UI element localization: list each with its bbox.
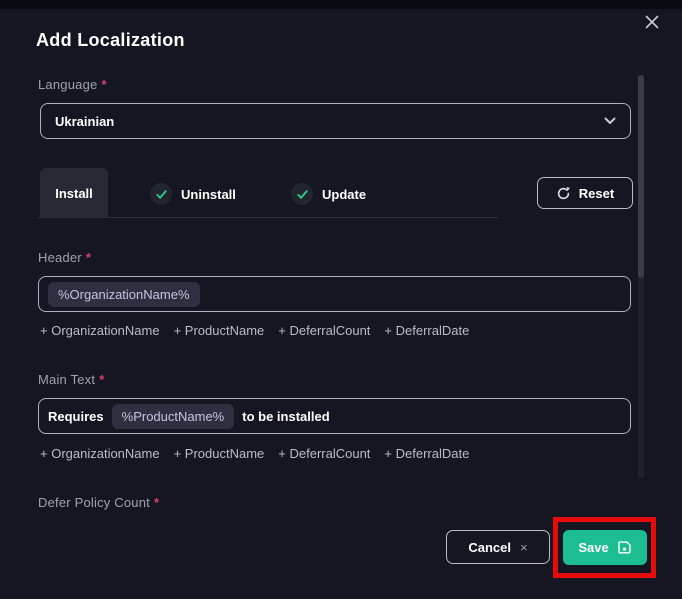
modal-title: Add Localization (36, 30, 185, 51)
save-button[interactable]: Save (563, 530, 647, 565)
main-text-input[interactable]: Requires %ProductName% to be installed (38, 398, 631, 434)
variable-chip: %OrganizationName% (48, 282, 200, 307)
main-text-after: to be installed (242, 409, 329, 424)
save-floppy-icon (617, 540, 632, 555)
scrollbar-thumb[interactable] (638, 75, 644, 278)
add-deferralcount-link[interactable]: + DeferralCount (278, 323, 370, 338)
add-organizationname-link[interactable]: + OrganizationName (40, 323, 160, 338)
cancel-button-label: Cancel (468, 540, 511, 555)
required-mark: * (99, 372, 104, 387)
header-label: Header* (38, 250, 91, 265)
language-label: Language* (38, 77, 107, 92)
defer-policy-count-label: Defer Policy Count* (38, 495, 159, 510)
required-mark: * (86, 250, 91, 265)
tab-update[interactable]: Update (291, 182, 366, 206)
check-circle-icon (291, 183, 313, 205)
add-productname-link[interactable]: + ProductName (174, 323, 265, 338)
reset-button-label: Reset (579, 186, 614, 201)
tab-update-label: Update (322, 187, 366, 202)
add-deferraldate-link[interactable]: + DeferralDate (384, 323, 469, 338)
language-select[interactable]: Ukrainian (40, 103, 631, 139)
cancel-x-icon: × (520, 540, 528, 555)
add-organizationname-link[interactable]: + OrganizationName (40, 446, 160, 461)
header-input[interactable]: %OrganizationName% (38, 276, 631, 312)
close-icon (643, 13, 661, 36)
required-mark: * (101, 77, 106, 92)
main-text-before: Requires (48, 409, 104, 424)
close-button[interactable] (641, 13, 663, 35)
modal-scrollbar[interactable] (638, 75, 644, 478)
reset-button[interactable]: Reset (537, 177, 633, 209)
language-select-value: Ukrainian (55, 114, 114, 129)
tab-install-label: Install (55, 186, 93, 201)
page-edge-strip (0, 0, 682, 9)
tab-uninstall[interactable]: Uninstall (150, 182, 236, 206)
header-variable-links: + OrganizationName + ProductName + Defer… (40, 323, 469, 338)
main-text-variable-links: + OrganizationName + ProductName + Defer… (40, 446, 469, 461)
tabs-divider (38, 217, 498, 218)
save-button-label: Save (578, 540, 608, 555)
chevron-down-icon (604, 117, 616, 125)
tab-install[interactable]: Install (40, 168, 108, 218)
add-deferralcount-link[interactable]: + DeferralCount (278, 446, 370, 461)
variable-chip: %ProductName% (112, 404, 235, 429)
add-productname-link[interactable]: + ProductName (174, 446, 265, 461)
cancel-button[interactable]: Cancel × (446, 530, 550, 564)
add-localization-modal: Add Localization Language* Ukrainian Ins… (0, 0, 682, 599)
tab-uninstall-label: Uninstall (181, 187, 236, 202)
main-text-label: Main Text* (38, 372, 104, 387)
check-circle-icon (150, 183, 172, 205)
add-deferraldate-link[interactable]: + DeferralDate (384, 446, 469, 461)
refresh-icon (556, 186, 571, 201)
required-mark: * (154, 495, 159, 510)
